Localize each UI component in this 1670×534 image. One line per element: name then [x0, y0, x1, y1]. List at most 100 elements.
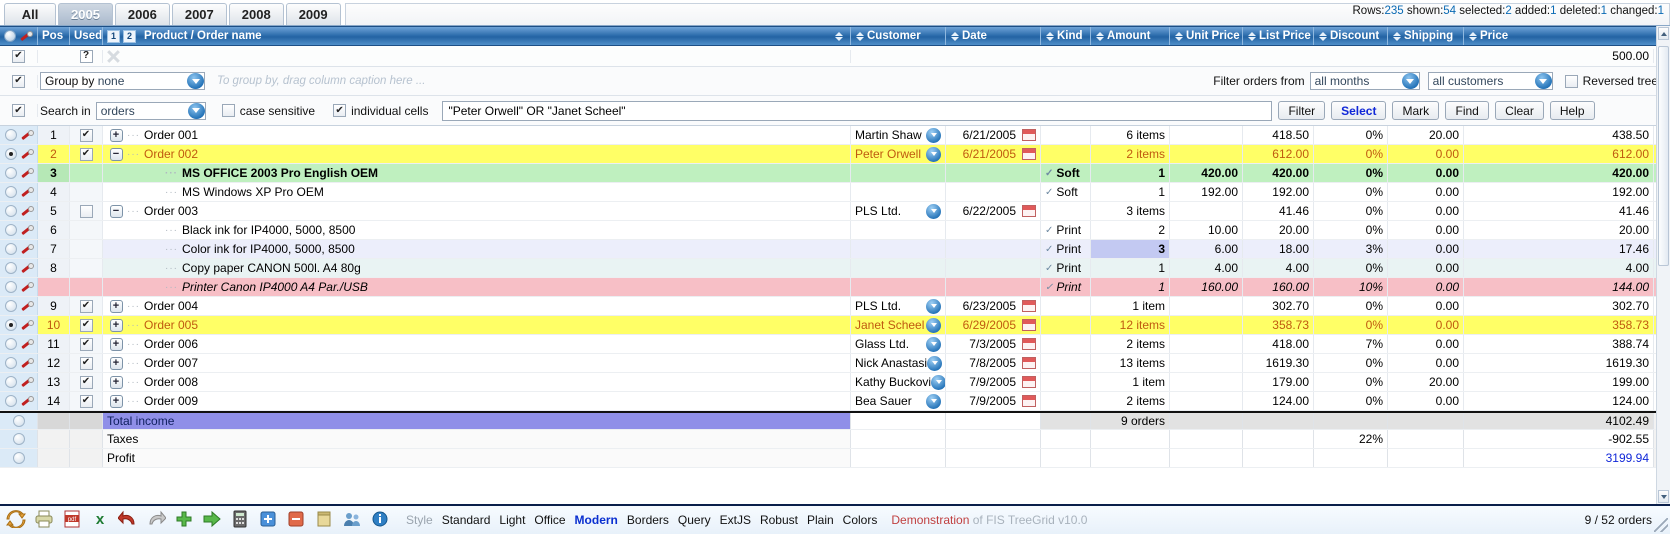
- row-select-radio[interactable]: [4, 395, 17, 407]
- expand-all-icon[interactable]: [258, 510, 280, 530]
- footer-select-radio[interactable]: [12, 433, 25, 445]
- excel-icon[interactable]: x: [90, 510, 112, 530]
- row-unit-price-cell[interactable]: 420.00: [1170, 164, 1243, 182]
- row-kind-cell[interactable]: [1041, 335, 1091, 353]
- row-unit-price-cell[interactable]: [1170, 373, 1243, 391]
- row-price-cell[interactable]: 358.73: [1464, 316, 1654, 334]
- customer-dropdown-icon[interactable]: [926, 203, 941, 219]
- expand-row-button[interactable]: +: [109, 337, 123, 351]
- row-select-radio[interactable]: [4, 167, 17, 179]
- row-used-cell[interactable]: [70, 335, 103, 353]
- table-row[interactable]: 5 − ··· Order 003 PLS Ltd. 6/22/2005 3 items 41…: [0, 202, 1670, 221]
- table-row[interactable]: 9 + ··· Order 004 PLS Ltd. 6/23/2005 1 item 302…: [0, 297, 1670, 316]
- footer-pos-cell[interactable]: [38, 430, 70, 448]
- style-query[interactable]: Query: [678, 513, 711, 527]
- row-pos-cell[interactable]: [38, 278, 70, 296]
- row-discount-cell[interactable]: 10%: [1314, 278, 1388, 296]
- sort-icon[interactable]: [1045, 30, 1054, 42]
- row-shipping-cell[interactable]: 0.00: [1388, 183, 1464, 201]
- table-row[interactable]: 13 + ··· Order 008 Kathy Buckovi 7/9/2005 1 it…: [0, 373, 1670, 392]
- footer-date-cell[interactable]: [946, 449, 1041, 467]
- row-amount-cell[interactable]: 1: [1091, 183, 1170, 201]
- footer-unit-price-cell[interactable]: [1170, 413, 1243, 429]
- customer-dropdown-icon[interactable]: [926, 336, 941, 352]
- row-list-price-cell[interactable]: 1619.30: [1243, 354, 1314, 372]
- row-unit-price-cell[interactable]: [1170, 202, 1243, 220]
- row-customer-cell[interactable]: Bea Sauer: [851, 392, 946, 410]
- row-customer-cell[interactable]: PLS Ltd.: [851, 297, 946, 315]
- row-kind-cell[interactable]: ✓ Print: [1041, 278, 1091, 296]
- row-price-cell[interactable]: 302.70: [1464, 297, 1654, 315]
- row-discount-cell[interactable]: 0%: [1314, 354, 1388, 372]
- row-used-cell[interactable]: [70, 183, 103, 201]
- row-used-cell[interactable]: [70, 164, 103, 182]
- style-plain[interactable]: Plain: [807, 513, 834, 527]
- table-row[interactable]: 11 + ··· Order 006 Glass Ltd. 7/3/2005 2 items…: [0, 335, 1670, 354]
- tab-2009[interactable]: 2009: [285, 3, 341, 25]
- chevron-down-icon[interactable]: [1534, 73, 1552, 89]
- footer-select-radio[interactable]: [12, 452, 25, 464]
- footer-discount-cell[interactable]: [1314, 449, 1388, 467]
- tab-2007[interactable]: 2007: [171, 3, 227, 25]
- row-date-cell[interactable]: 7/9/2005: [946, 373, 1041, 391]
- row-shipping-cell[interactable]: 0.00: [1388, 297, 1464, 315]
- row-select-radio[interactable]: [4, 262, 17, 274]
- row-amount-cell[interactable]: 1: [1091, 259, 1170, 277]
- row-used-cell[interactable]: [70, 145, 103, 163]
- row-gutter[interactable]: [0, 373, 38, 391]
- footer-unit-price-cell[interactable]: [1170, 430, 1243, 448]
- row-gutter[interactable]: [0, 202, 38, 220]
- row-name-cell[interactable]: + ··· Order 006: [103, 335, 851, 353]
- row-pos-cell[interactable]: 14: [38, 392, 70, 410]
- row-used-cell[interactable]: [70, 392, 103, 410]
- row-name-cell[interactable]: + ··· Order 005: [103, 316, 851, 334]
- row-unit-price-cell[interactable]: [1170, 316, 1243, 334]
- row-gutter[interactable]: [0, 164, 38, 182]
- footer-name-cell[interactable]: Profit: [103, 449, 851, 467]
- sort-icon[interactable]: [1174, 30, 1183, 42]
- row-name-cell[interactable]: ··· MS OFFICE 2003 Pro English OEM: [103, 164, 851, 182]
- row-used-cell[interactable]: [70, 316, 103, 334]
- select-all-icon[interactable]: [4, 30, 16, 42]
- row-date-cell[interactable]: 6/22/2005: [946, 202, 1041, 220]
- sort-icon[interactable]: [834, 30, 843, 42]
- footer-name-cell[interactable]: Total income: [103, 413, 851, 429]
- case-sensitive-checkbox[interactable]: [221, 104, 235, 117]
- add-icon[interactable]: [174, 510, 196, 530]
- resize-grip[interactable]: [1654, 518, 1668, 532]
- footer-customer-cell[interactable]: [851, 449, 946, 467]
- row-gutter[interactable]: [0, 278, 38, 296]
- row-used-cell[interactable]: [70, 354, 103, 372]
- row-kind-cell[interactable]: [1041, 354, 1091, 372]
- row-unit-price-cell[interactable]: 160.00: [1170, 278, 1243, 296]
- row-kind-cell[interactable]: ✓ Soft: [1041, 164, 1091, 182]
- row-pos-cell[interactable]: 3: [38, 164, 70, 182]
- scroll-up-arrow[interactable]: [1658, 27, 1669, 40]
- table-row[interactable]: 7 ··· Color ink for IP4000, 5000, 8500 ✓ Pri…: [0, 240, 1670, 259]
- delete-marker-icon[interactable]: [19, 30, 33, 42]
- find-button[interactable]: Find: [1445, 101, 1490, 120]
- chevron-down-icon[interactable]: [1401, 73, 1419, 89]
- sort-icon[interactable]: [950, 30, 959, 42]
- footer-gutter[interactable]: [0, 413, 38, 429]
- row-pos-cell[interactable]: 5: [38, 202, 70, 220]
- refresh-icon[interactable]: [6, 510, 28, 530]
- row-shipping-cell[interactable]: 0.00: [1388, 240, 1464, 258]
- header-unit-price[interactable]: Unit Price: [1170, 27, 1243, 45]
- row-select-radio[interactable]: [4, 205, 17, 217]
- filter-used-cell[interactable]: [70, 49, 103, 63]
- row-delete-icon[interactable]: [20, 205, 34, 217]
- row-discount-cell[interactable]: 0%: [1314, 164, 1388, 182]
- row-name-cell[interactable]: − ··· Order 003: [103, 202, 851, 220]
- footer-unit-price-cell[interactable]: [1170, 449, 1243, 467]
- row-shipping-cell[interactable]: 0.00: [1388, 354, 1464, 372]
- row-price-cell[interactable]: 41.46: [1464, 202, 1654, 220]
- row-gutter[interactable]: [0, 126, 38, 144]
- row-date-cell[interactable]: [946, 259, 1041, 277]
- header-price[interactable]: Price: [1464, 27, 1670, 45]
- row-discount-cell[interactable]: 3%: [1314, 240, 1388, 258]
- row-discount-cell[interactable]: 0%: [1314, 126, 1388, 144]
- row-gutter[interactable]: [0, 259, 38, 277]
- footer-date-cell[interactable]: [946, 430, 1041, 448]
- footer-customer-cell[interactable]: [851, 413, 946, 429]
